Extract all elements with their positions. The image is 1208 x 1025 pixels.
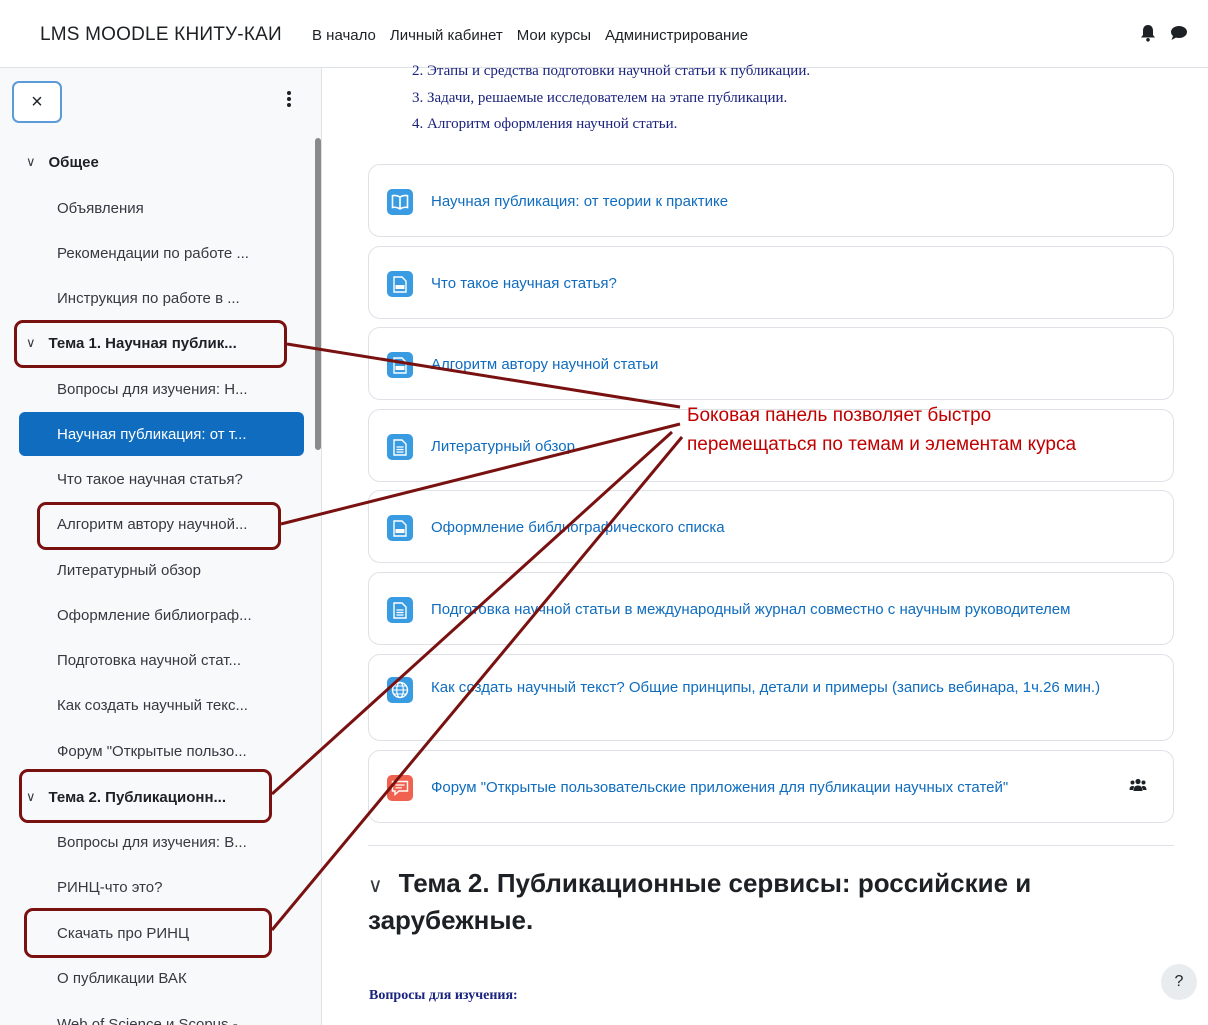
annotation-line (270, 430, 674, 796)
annotation-line (280, 422, 681, 526)
annotation-line (286, 342, 681, 409)
callout-line-1: Боковая панель позволяет быстро (687, 405, 992, 426)
callout-line-2: перемещаться по темам и элементам курса (687, 434, 1077, 455)
annotation-callout: Боковая панель позволяет быстро перемеща… (687, 401, 1076, 459)
annotation-arrows (270, 342, 684, 931)
